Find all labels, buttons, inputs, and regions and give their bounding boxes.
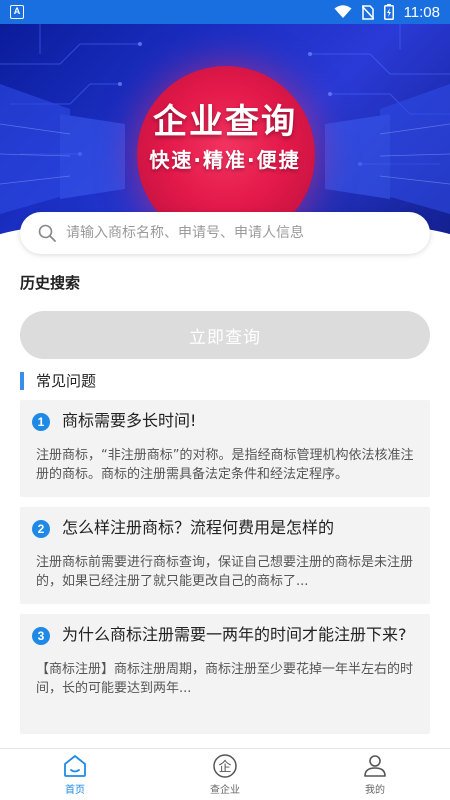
- banner-subtitle: 快速·精准·便捷: [149, 148, 301, 172]
- home-icon: [64, 755, 86, 777]
- faq-answer: 注册商标前需要进行商标查询，保证自己想要注册的商标是未注册的，如果已经注册了就只…: [36, 555, 414, 589]
- faq-title: 常见问题: [36, 372, 97, 390]
- nav-label: 查企业: [210, 785, 240, 796]
- faq-number-badge: 1: [32, 413, 50, 431]
- app-notification-icon: A: [10, 5, 24, 19]
- nav-label: 我的: [365, 785, 385, 796]
- svg-text:企: 企: [218, 759, 231, 775]
- enterprise-icon: 企: [213, 754, 237, 778]
- faq-accent-bar: [20, 371, 24, 390]
- nav-label: 首页: [65, 785, 85, 796]
- bottom-nav: 首页 企 查企业 我的: [0, 748, 450, 800]
- status-time: 11:08: [403, 3, 440, 21]
- faq-card[interactable]: 2 怎么样注册商标？流程何费用是怎样的 注册商标前需要进行商标查询，保证自己想要…: [20, 507, 430, 604]
- history-title: 历史搜索: [20, 274, 81, 292]
- nav-mine[interactable]: 我的: [300, 749, 450, 800]
- faq-card[interactable]: 1 商标需要多长时间! 注册商标，“非注册商标”的对称。是指经商标管理机构依法核…: [20, 400, 430, 497]
- faq-question: 为什么商标注册需要一两年的时间才能注册下来?: [62, 625, 407, 644]
- faq-question: 怎么样注册商标？流程何费用是怎样的: [62, 518, 335, 537]
- faq-answer: 注册商标，“非注册商标”的对称。是指经商标管理机构依法核准注册的商标。商标的注册…: [36, 448, 414, 482]
- user-icon: [364, 755, 386, 777]
- faq-answer: 【商标注册】商标注册周期，商标注册至少要花掉一年半左右的时间，长的可能要达到两年…: [36, 662, 414, 696]
- faq-header: 常见问题: [20, 370, 96, 391]
- faq-number-badge: 3: [32, 627, 50, 645]
- banner: 企业查询 快速·精准·便捷: [0, 24, 450, 236]
- faq-number-badge: 2: [32, 520, 50, 538]
- no-sim-icon: [361, 4, 374, 20]
- search-input[interactable]: [66, 225, 396, 241]
- banner-title: 企业查询: [153, 102, 297, 142]
- nav-enterprise[interactable]: 企 查企业: [150, 749, 300, 800]
- wifi-icon: [334, 5, 352, 18]
- query-button[interactable]: 立即查询: [20, 311, 430, 359]
- status-bar: A 11:08: [0, 0, 450, 24]
- nav-home[interactable]: 首页: [0, 749, 150, 800]
- status-icons: 11:08: [334, 4, 440, 21]
- search-box[interactable]: [20, 212, 430, 254]
- faq-question: 商标需要多长时间!: [62, 411, 197, 430]
- search-icon: [38, 224, 56, 242]
- battery-icon: [383, 4, 394, 20]
- faq-card[interactable]: 3 为什么商标注册需要一两年的时间才能注册下来? 【商标注册】商标注册周期，商标…: [20, 614, 430, 734]
